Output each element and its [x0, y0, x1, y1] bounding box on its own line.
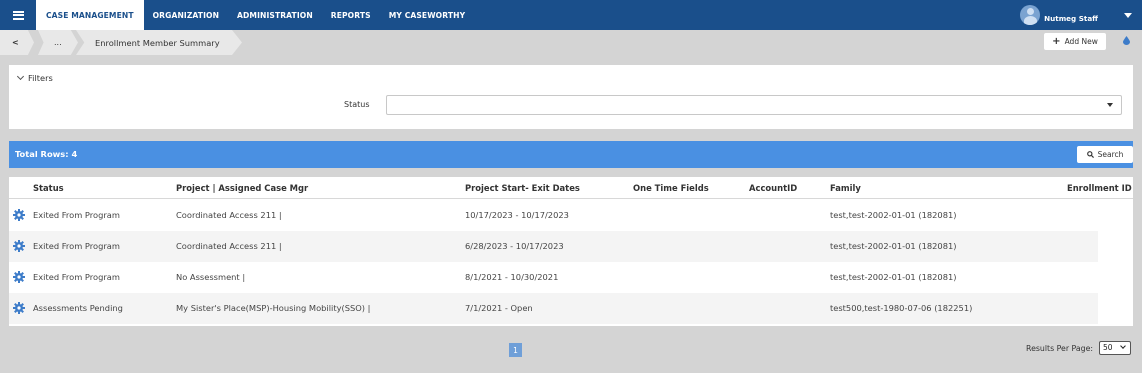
plus-icon: +	[1052, 35, 1061, 47]
cell-status: Exited From Program	[33, 210, 120, 220]
cell-status: Exited From Program	[33, 272, 120, 282]
cell-family: test,test-2002-01-01 (182081)	[830, 210, 957, 220]
caret-down-icon	[1107, 103, 1113, 107]
breadcrumb-ellipsis[interactable]: ...	[38, 30, 78, 55]
gear-icon[interactable]	[13, 302, 25, 314]
cell-status: Assessments Pending	[33, 303, 123, 313]
results-per-page-label: Results Per Page:	[1026, 344, 1094, 353]
cell-project: Coordinated Access 211 |	[176, 241, 282, 251]
nav-administration[interactable]: ADMINISTRATION	[228, 0, 322, 30]
gear-icon[interactable]	[13, 209, 25, 221]
nav-case-management[interactable]: CASE MANAGEMENT	[36, 0, 144, 30]
table-row[interactable]: Exited From Program Coordinated Access 2…	[9, 200, 1133, 231]
table-row[interactable]: Exited From Program No Assessment | 8/1/…	[9, 262, 1133, 293]
total-rows: Total Rows: 4	[15, 149, 78, 159]
chevron-down-icon	[1120, 343, 1126, 349]
water-drop-icon[interactable]	[1123, 36, 1130, 45]
results-per-page-select[interactable]: 50	[1099, 341, 1131, 355]
chevron-down-icon	[16, 72, 25, 81]
gear-icon[interactable]	[13, 240, 25, 252]
results-per-page-value: 50	[1103, 343, 1113, 352]
header-account-id[interactable]: AccountID	[749, 183, 797, 193]
search-button[interactable]: Search	[1077, 146, 1133, 163]
back-button[interactable]: <	[0, 30, 34, 55]
cell-dates: 10/17/2023 - 10/17/2023	[465, 210, 569, 220]
add-new-label: Add New	[1064, 37, 1098, 46]
caret-down-icon[interactable]	[1124, 12, 1132, 18]
status-label: Status	[344, 100, 370, 109]
avatar	[1020, 5, 1041, 25]
filters-panel: Filters Status	[9, 65, 1133, 129]
search-icon	[1086, 151, 1094, 158]
table-row[interactable]: Assessments Pending My Sister's Place(MS…	[9, 293, 1133, 324]
header-family[interactable]: Family	[830, 183, 861, 193]
header-project[interactable]: Project | Assigned Case Mgr	[176, 183, 308, 193]
nav-organization[interactable]: ORGANIZATION	[144, 0, 228, 30]
cell-dates: 7/1/2021 - Open	[465, 303, 533, 313]
table-row[interactable]: Exited From Program Coordinated Access 2…	[9, 231, 1133, 262]
top-nav: CASE MANAGEMENT ORGANIZATION ADMINISTRAT…	[0, 0, 1142, 30]
page-1-button[interactable]: 1	[509, 343, 522, 357]
cell-project: Coordinated Access 211 |	[176, 210, 282, 220]
user-menu[interactable]: Nutmeg Staff	[1020, 0, 1142, 30]
status-select[interactable]	[386, 95, 1122, 115]
results-bar: Total Rows: 4 Search	[9, 141, 1133, 168]
add-new-button[interactable]: + Add New	[1044, 33, 1106, 50]
nav-reports[interactable]: REPORTS	[322, 0, 380, 30]
filters-heading: Filters	[28, 73, 53, 83]
menu-icon[interactable]	[0, 0, 36, 30]
user-name: Nutmeg Staff	[1044, 13, 1098, 23]
cell-family: test500,test-1980-07-06 (182251)	[830, 303, 973, 313]
cell-dates: 6/28/2023 - 10/17/2023	[465, 241, 564, 251]
nav-my-caseworthy[interactable]: MY CASEWORTHY	[380, 0, 474, 30]
cell-project: My Sister's Place(MSP)-Housing Mobility(…	[176, 303, 371, 313]
cell-family: test,test-2002-01-01 (182081)	[830, 272, 957, 282]
header-status[interactable]: Status	[33, 183, 64, 193]
table-header: Status Project | Assigned Case Mgr Proje…	[9, 177, 1133, 199]
search-label: Search	[1097, 150, 1124, 159]
header-dates[interactable]: Project Start- Exit Dates	[465, 183, 580, 193]
header-enrollment-id[interactable]: Enrollment ID	[1067, 183, 1132, 193]
cell-family: test,test-2002-01-01 (182081)	[830, 241, 957, 251]
gear-icon[interactable]	[13, 271, 25, 283]
cell-project: No Assessment |	[176, 272, 246, 282]
breadcrumb: < ... Enrollment Member Summary	[0, 30, 1142, 55]
cell-status: Exited From Program	[33, 241, 120, 251]
filters-toggle[interactable]: Filters	[16, 72, 53, 83]
cell-dates: 8/1/2021 - 10/30/2021	[465, 272, 559, 282]
header-one-time-fields[interactable]: One Time Fields	[633, 183, 709, 193]
enrollment-table: Status Project | Assigned Case Mgr Proje…	[9, 177, 1133, 326]
page-title: Enrollment Member Summary	[76, 30, 242, 55]
